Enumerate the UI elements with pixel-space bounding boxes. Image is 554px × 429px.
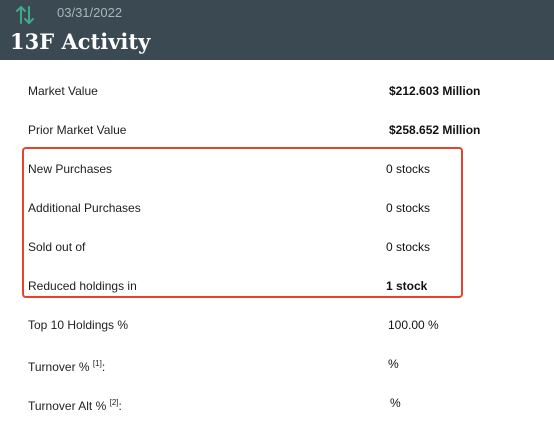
row-turnover: Turnover % [1]: % (0, 354, 554, 374)
row-value: $212.603 Million (389, 84, 481, 98)
row-label: Turnover % [1]: (28, 354, 105, 377)
row-top10-holdings: Top 10 Holdings % 100.00 % (0, 315, 554, 335)
label-suffix: : (118, 399, 122, 413)
row-label-text: Turnover Alt % (28, 399, 107, 413)
row-value: % (388, 357, 399, 371)
row-market-value: Market Value $212.603 Million (0, 81, 554, 101)
header-bar: 03/31/2022 13F Activity (0, 0, 554, 60)
up-down-arrows-icon (16, 6, 34, 24)
row-turnover-alt: Turnover Alt % [2]: % (0, 393, 554, 413)
row-label: Market Value (28, 84, 98, 98)
report-date: 03/31/2022 (57, 5, 123, 20)
row-label: Top 10 Holdings % (28, 318, 129, 332)
row-label: Prior Market Value (28, 123, 127, 137)
row-label-text: Turnover % (28, 360, 90, 374)
row-prior-market-value: Prior Market Value $258.652 Million (0, 120, 554, 140)
row-value: $258.652 Million (389, 123, 481, 137)
footnote-link[interactable]: [2] (110, 398, 119, 407)
footnote-link[interactable]: [1] (93, 359, 102, 368)
row-value: % (390, 396, 401, 410)
row-value: 100.00 % (388, 318, 439, 332)
activity-highlight-box (22, 147, 463, 298)
page-title: 13F Activity (10, 29, 151, 54)
row-label: Turnover Alt % [2]: (28, 393, 122, 416)
label-suffix: : (101, 360, 106, 374)
